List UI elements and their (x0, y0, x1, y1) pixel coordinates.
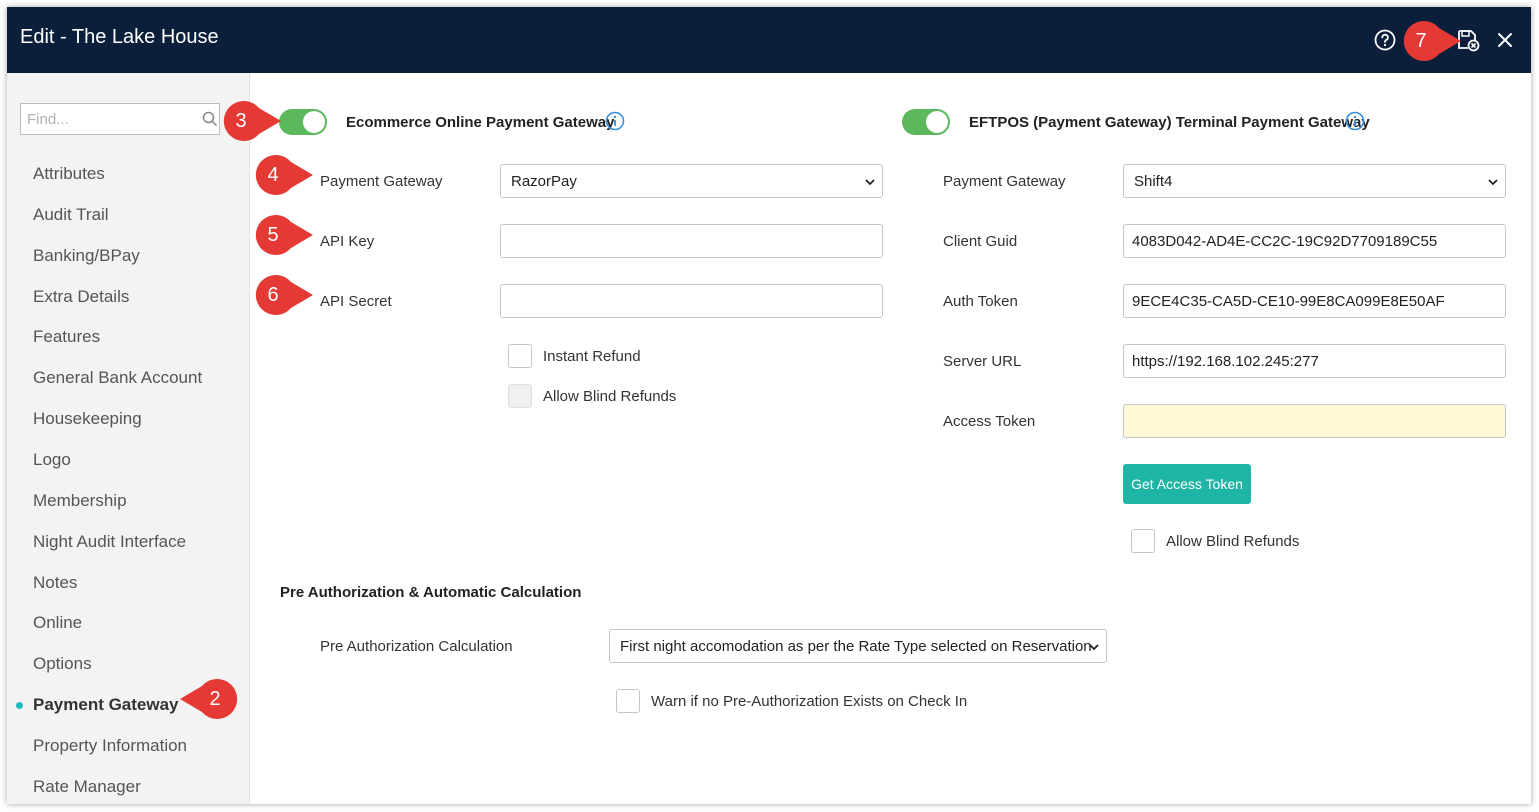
close-icon[interactable] (1493, 28, 1517, 52)
eftpos-payment-gateway-label: Payment Gateway (943, 173, 1066, 190)
server-url-input[interactable] (1123, 344, 1506, 378)
ecommerce-gateway-toggle[interactable] (279, 109, 327, 135)
dialog-title: Edit - The Lake House (20, 26, 219, 48)
sidebar-item-membership[interactable]: Membership (33, 491, 127, 511)
eftpos-allow-blind-refunds-checkbox[interactable] (1131, 529, 1155, 553)
api-secret-input[interactable] (500, 284, 883, 318)
sidebar-item-notes[interactable]: Notes (33, 573, 77, 593)
instant-refund-label: Instant Refund (543, 348, 641, 365)
access-token-input[interactable] (1123, 404, 1506, 438)
ecommerce-allow-blind-refunds-label: Allow Blind Refunds (543, 388, 677, 405)
callout-badge-7: 7 (1399, 21, 1463, 61)
preauth-calculation-label: Pre Authorization Calculation (320, 638, 513, 655)
eftpos-payment-gateway-select[interactable]: Shift4 (1123, 164, 1506, 198)
ecommerce-info-icon[interactable] (605, 111, 625, 131)
api-key-label: API Key (320, 233, 375, 250)
client-guid-label: Client Guid (943, 233, 1018, 250)
sidebar-item-housekeeping[interactable]: Housekeeping (33, 409, 142, 429)
sidebar-item-options[interactable]: Options (33, 654, 92, 674)
api-secret-label: API Secret (320, 293, 392, 310)
sidebar-item-general-bank-account[interactable]: General Bank Account (33, 368, 202, 388)
help-circle-icon[interactable] (1373, 28, 1397, 52)
server-url-label: Server URL (943, 353, 1022, 370)
warn-no-preauth-label: Warn if no Pre-Authorization Exists on C… (651, 693, 968, 710)
callout-badge-5: 5 (251, 215, 315, 255)
sidebar-item-logo[interactable]: Logo (33, 450, 71, 470)
sidebar-item-online[interactable]: Online (33, 613, 82, 633)
ecommerce-payment-gateway-label: Payment Gateway (320, 173, 443, 190)
eftpos-allow-blind-refunds-label: Allow Blind Refunds (1166, 533, 1300, 550)
sidebar-item-audit-trail[interactable]: Audit Trail (33, 205, 109, 225)
eftpos-info-icon[interactable] (1345, 111, 1365, 131)
chevron-down-icon (1088, 640, 1100, 652)
eftpos-gateway-toggle[interactable] (902, 109, 950, 135)
main-content: Ecommerce Online Payment Gateway Payment… (250, 73, 1531, 804)
access-token-label: Access Token (943, 413, 1036, 430)
ecommerce-section-title: Ecommerce Online Payment Gateway (346, 114, 615, 131)
eftpos-section-title: EFTPOS (Payment Gateway) Terminal Paymen… (969, 114, 1370, 131)
ecommerce-payment-gateway-value: RazorPay (511, 173, 577, 190)
sidebar-item-payment-gateway[interactable]: Payment Gateway (33, 695, 179, 715)
title-bar: Edit - The Lake House (7, 7, 1531, 73)
sidebar-item-attributes[interactable]: Attributes (33, 164, 105, 184)
get-access-token-button[interactable]: Get Access Token (1123, 464, 1251, 504)
auth-token-input[interactable] (1123, 284, 1506, 318)
sidebar-item-night-audit-interface[interactable]: Night Audit Interface (33, 532, 186, 552)
eftpos-payment-gateway-value: Shift4 (1134, 173, 1173, 190)
ecommerce-payment-gateway-select[interactable]: RazorPay (500, 164, 883, 198)
chevron-down-icon (1487, 175, 1499, 187)
callout-badge-3: 3 (219, 101, 283, 141)
sidebar-item-extra-details[interactable]: Extra Details (33, 287, 129, 307)
sidebar-item-property-information[interactable]: Property Information (33, 736, 187, 756)
client-guid-input[interactable] (1123, 224, 1506, 258)
preauth-calculation-select[interactable]: First night accomodation as per the Rate… (609, 629, 1107, 663)
sidebar-item-features[interactable]: Features (33, 327, 100, 347)
callout-badge-6: 6 (251, 275, 315, 315)
api-key-input[interactable] (500, 224, 883, 258)
ecommerce-allow-blind-refunds-checkbox (508, 384, 532, 408)
auth-token-label: Auth Token (943, 293, 1018, 310)
sidebar-item-rate-manager[interactable]: Rate Manager (33, 777, 141, 797)
preauth-section-title: Pre Authorization & Automatic Calculatio… (280, 584, 582, 601)
chevron-down-icon (864, 175, 876, 187)
callout-badge-4: 4 (251, 155, 315, 195)
instant-refund-checkbox[interactable] (508, 344, 532, 368)
find-input[interactable] (20, 103, 220, 135)
warn-no-preauth-checkbox[interactable] (616, 689, 640, 713)
search-icon[interactable] (202, 111, 218, 127)
callout-badge-2: 2 (178, 679, 242, 719)
preauth-calculation-value: First night accomodation as per the Rate… (620, 638, 1092, 655)
sidebar-item-banking-bpay[interactable]: Banking/BPay (33, 246, 140, 266)
active-indicator-dot (16, 702, 23, 709)
